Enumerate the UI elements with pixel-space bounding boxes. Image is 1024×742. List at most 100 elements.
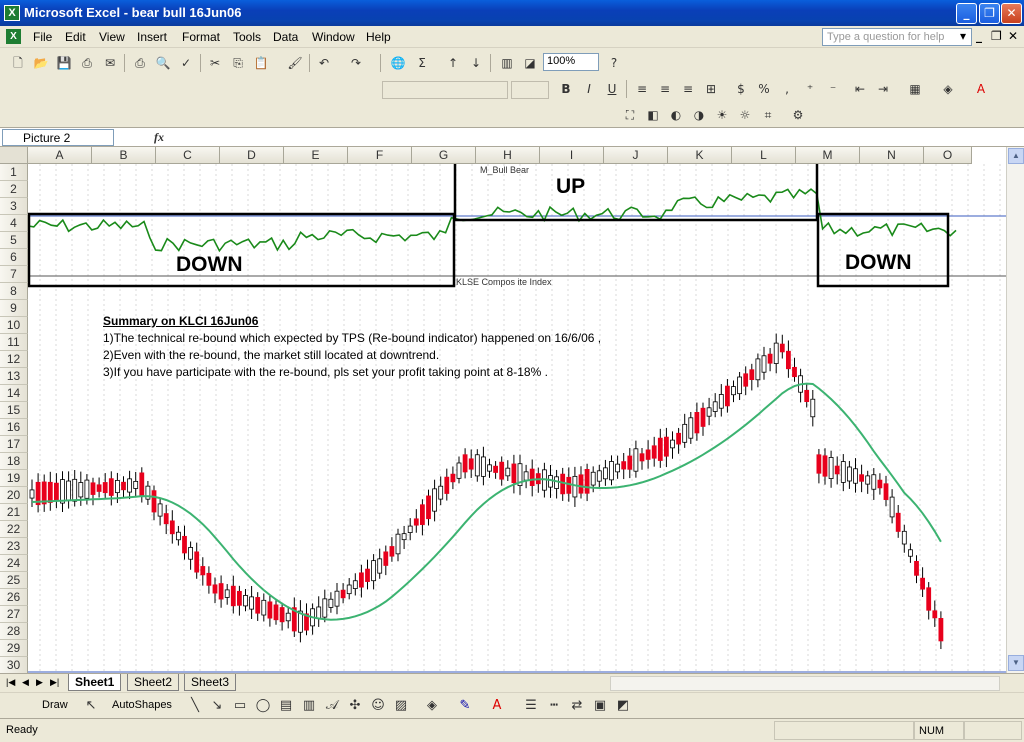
insert-picture-icon[interactable]: ▨ [392,697,410,715]
row-header-3[interactable]: 3 [0,198,28,215]
excel-app-icon[interactable]: X [4,5,20,21]
menu-edit[interactable]: Edit [65,30,86,44]
menu-file[interactable]: File [33,30,52,44]
row-header-28[interactable]: 28 [0,623,28,640]
comma-icon[interactable]: , [777,79,797,99]
sheet-tab-2[interactable]: Sheet2 [127,674,180,691]
column-header-e[interactable]: E [284,147,348,164]
row-header-27[interactable]: 27 [0,606,28,623]
chart-picture[interactable] [28,164,1006,673]
cut-icon[interactable]: ✂ [205,53,225,73]
align-left-icon[interactable]: ≡ [632,79,652,99]
menu-help[interactable]: Help [366,30,391,44]
menu-view[interactable]: View [99,30,125,44]
row-header-17[interactable]: 17 [0,436,28,453]
column-header-m[interactable]: M [796,147,860,164]
fill-color-icon[interactable]: ◈ [423,697,441,715]
new-icon[interactable]: 🗋 [8,53,28,73]
align-center-icon[interactable]: ≡ [655,79,675,99]
drawing-toggle-icon[interactable]: ◪ [520,53,540,73]
menu-format[interactable]: Format [182,30,220,44]
row-header-7[interactable]: 7 [0,266,28,283]
column-header-i[interactable]: I [540,147,604,164]
row-header-14[interactable]: 14 [0,385,28,402]
less-contrast-icon[interactable]: ◑ [689,105,709,125]
borders-icon[interactable]: ▦ [905,79,925,99]
worksheet-grid[interactable]: ABCDEFGHIJKLMNO 1 2 3 4 5 6 7 8 9 10 11 12 13 14 15 16 1… [0,147,1006,673]
increase-indent-icon[interactable]: ⇥ [873,79,893,99]
menu-tools[interactable]: Tools [233,30,261,44]
minimize-button[interactable]: _ [956,3,977,24]
zoom-select[interactable]: 100% [543,53,599,71]
autoshapes-menu-button[interactable]: AutoShapes [112,699,172,711]
help-search-input[interactable]: Type a question for help [822,28,972,46]
bold-icon[interactable]: B [556,79,576,99]
wordart-icon[interactable]: 𝒜 [323,697,341,715]
row-header-2[interactable]: 2 [0,181,28,198]
row-header-11[interactable]: 11 [0,334,28,351]
column-header-g[interactable]: G [412,147,476,164]
format-picture-icon[interactable]: ⚙ [788,105,808,125]
increase-decimal-icon[interactable]: ⁺ [800,79,820,99]
hyperlink-icon[interactable]: 🌐 [388,53,408,73]
font-color-icon[interactable]: A [971,79,991,99]
insert-function-icon[interactable]: fx [154,130,164,145]
fill-color-icon[interactable]: ◈ [938,79,958,99]
font-color-icon[interactable]: A [488,697,506,715]
row-header-29[interactable]: 29 [0,640,28,657]
workbook-icon[interactable]: X [6,29,21,44]
percent-icon[interactable]: % [754,79,774,99]
font-size-select[interactable] [511,81,549,99]
column-header-h[interactable]: H [476,147,540,164]
row-header-1[interactable]: 1 [0,164,28,181]
chevron-down-icon[interactable]: ▾ [960,29,966,43]
less-brightness-icon[interactable]: ☼ [735,105,755,125]
scroll-down-icon[interactable]: ▼ [1008,655,1024,671]
prev-sheet-icon[interactable]: ◀ [22,677,29,688]
decrease-decimal-icon[interactable]: ⁻ [823,79,843,99]
currency-icon[interactable]: $ [731,79,751,99]
rectangle-icon[interactable]: ▭ [231,697,249,715]
clip-art-icon[interactable]: ☺ [369,697,387,715]
select-objects-icon[interactable]: ↖ [82,697,100,715]
restore-button[interactable]: ❐ [979,3,1000,24]
column-header-c[interactable]: C [156,147,220,164]
row-header-10[interactable]: 10 [0,317,28,334]
decrease-indent-icon[interactable]: ⇤ [850,79,870,99]
column-header-b[interactable]: B [92,147,156,164]
row-header-12[interactable]: 12 [0,351,28,368]
sort-ascending-icon[interactable]: ↑ [443,53,463,73]
copy-icon[interactable]: ⎘ [228,53,248,73]
dash-style-icon[interactable]: ┅ [545,697,563,715]
row-header-30[interactable]: 30 [0,657,28,673]
draw-menu-button[interactable]: Draw [42,699,68,711]
next-sheet-icon[interactable]: ▶ [36,677,43,688]
italic-icon[interactable]: I [579,79,599,99]
doc-close-button[interactable]: ✕ [1008,29,1018,43]
last-sheet-icon[interactable]: ▶| [50,677,59,688]
diagram-icon[interactable]: ✣ [346,697,364,715]
sheet-tab-1[interactable]: Sheet1 [68,674,122,691]
oval-icon[interactable]: ◯ [254,697,272,715]
color-icon[interactable]: ◧ [643,105,663,125]
spelling-icon[interactable]: ✓ [176,53,196,73]
more-contrast-icon[interactable]: ◐ [666,105,686,125]
crop-icon[interactable]: ⌗ [758,105,778,125]
scroll-up-icon[interactable]: ▲ [1008,148,1024,164]
column-header-a[interactable]: A [28,147,92,164]
menu-data[interactable]: Data [273,30,298,44]
row-header-16[interactable]: 16 [0,419,28,436]
permission-icon[interactable]: ⎙ [77,53,97,73]
row-header-25[interactable]: 25 [0,572,28,589]
print-preview-icon[interactable]: 🔍 [153,53,173,73]
autosum-icon[interactable]: Σ [412,53,432,73]
row-header-8[interactable]: 8 [0,283,28,300]
row-header-5[interactable]: 5 [0,232,28,249]
format-painter-icon[interactable]: 🖌 [285,53,305,73]
text-box-icon[interactable]: ▤ [277,697,295,715]
paste-icon[interactable]: 📋 [251,53,271,73]
chart-wizard-icon[interactable]: ▥ [497,53,517,73]
vertical-text-box-icon[interactable]: ▥ [300,697,318,715]
merge-center-icon[interactable]: ⊞ [701,79,721,99]
row-header-26[interactable]: 26 [0,589,28,606]
